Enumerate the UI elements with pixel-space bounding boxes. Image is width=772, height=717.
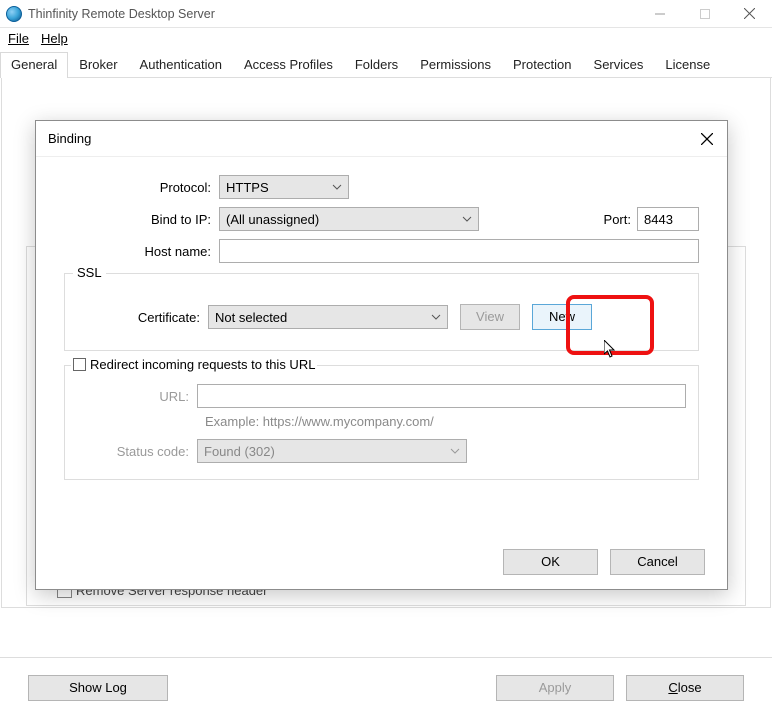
hostname-label: Host name: [64, 244, 219, 259]
close-button[interactable]: Close [626, 675, 744, 701]
protocol-label: Protocol: [64, 180, 219, 195]
ssl-legend: SSL [73, 265, 106, 280]
port-row: Port: 8443 [604, 207, 699, 231]
bind-ip-row: Bind to IP: (All unassigned) Port: 8443 [64, 207, 699, 231]
dialog-title: Binding [48, 131, 91, 146]
tab-broker[interactable]: Broker [68, 52, 128, 77]
certificate-select[interactable]: Not selected [208, 305, 448, 329]
status-code-select[interactable]: Found (302) [197, 439, 467, 463]
dialog-body: Protocol: HTTPS Bind to IP: (All unassig… [36, 157, 727, 535]
redirect-url-row: URL: [77, 384, 686, 408]
status-code-row: Status code: Found (302) [77, 439, 686, 463]
hostname-row: Host name: [64, 239, 699, 263]
dialog-titlebar: Binding [36, 121, 727, 157]
redirect-group: Redirect incoming requests to this URL U… [64, 365, 699, 480]
titlebar: Thinfinity Remote Desktop Server [0, 0, 772, 28]
tab-access-profiles[interactable]: Access Profiles [233, 52, 344, 77]
apply-button[interactable]: Apply [496, 675, 614, 701]
chevron-down-icon [431, 314, 441, 320]
menu-help[interactable]: Help [37, 31, 72, 46]
status-code-label: Status code: [77, 444, 197, 459]
binding-dialog: Binding Protocol: HTTPS Bind to IP: (All… [35, 120, 728, 590]
redirect-url-label: URL: [77, 389, 197, 404]
ok-button[interactable]: OK [503, 549, 598, 575]
redirect-example: Example: https://www.mycompany.com/ [205, 414, 686, 429]
app-icon [6, 6, 22, 22]
dialog-close-button[interactable] [687, 121, 727, 156]
chevron-down-icon [332, 184, 342, 190]
redirect-checkbox[interactable] [73, 358, 86, 371]
maximize-button[interactable] [682, 0, 727, 27]
redirect-legend-label: Redirect incoming requests to this URL [90, 357, 315, 372]
bind-ip-select[interactable]: (All unassigned) [219, 207, 479, 231]
tab-permissions[interactable]: Permissions [409, 52, 502, 77]
cancel-button[interactable]: Cancel [610, 549, 705, 575]
minimize-button[interactable] [637, 0, 682, 27]
hostname-input[interactable] [219, 239, 699, 263]
window-title: Thinfinity Remote Desktop Server [28, 7, 215, 21]
bottom-bar: Show Log Apply Close [0, 657, 772, 717]
window-buttons [637, 0, 772, 27]
redirect-url-input[interactable] [197, 384, 686, 408]
close-window-button[interactable] [727, 0, 772, 27]
port-label: Port: [604, 212, 631, 227]
bind-ip-value: (All unassigned) [226, 212, 319, 227]
status-code-value: Found (302) [204, 444, 275, 459]
tab-folders[interactable]: Folders [344, 52, 409, 77]
tab-services[interactable]: Services [583, 52, 655, 77]
menubar: File Help [0, 28, 772, 48]
protocol-select[interactable]: HTTPS [219, 175, 349, 199]
tab-license[interactable]: License [654, 52, 721, 77]
certificate-value: Not selected [215, 310, 287, 325]
menu-file[interactable]: File [4, 31, 33, 46]
bind-ip-label: Bind to IP: [64, 212, 219, 227]
chevron-down-icon [450, 448, 460, 454]
dialog-buttons: OK Cancel [36, 535, 727, 589]
show-log-button[interactable]: Show Log [28, 675, 168, 701]
port-input[interactable]: 8443 [637, 207, 699, 231]
certificate-label: Certificate: [65, 310, 208, 325]
view-certificate-button[interactable]: View [460, 304, 520, 330]
tab-general[interactable]: General [0, 52, 68, 78]
chevron-down-icon [462, 216, 472, 222]
ssl-group: SSL Certificate: Not selected View New [64, 273, 699, 351]
tab-authentication[interactable]: Authentication [129, 52, 233, 77]
protocol-value: HTTPS [226, 180, 269, 195]
new-certificate-button[interactable]: New [532, 304, 592, 330]
certificate-row: Certificate: Not selected View New [65, 304, 686, 330]
tab-protection[interactable]: Protection [502, 52, 583, 77]
tabs: General Broker Authentication Access Pro… [0, 48, 772, 78]
redirect-legend[interactable]: Redirect incoming requests to this URL [71, 357, 317, 372]
protocol-row: Protocol: HTTPS [64, 175, 699, 199]
